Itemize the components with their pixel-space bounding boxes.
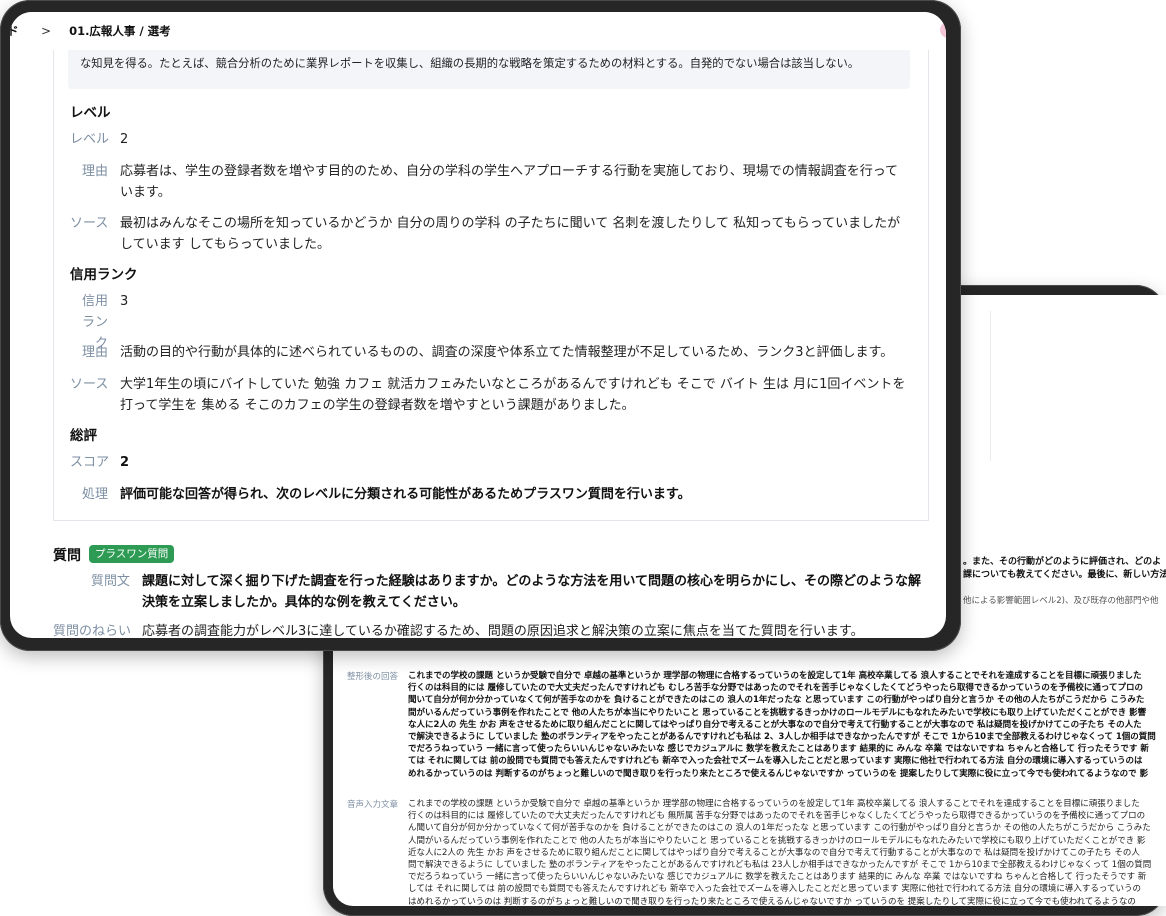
formatted-answer-line: でだろうねっていう 一緒に言って使ったらいいんじゃないみたいな 感じでカジュアル… — [408, 744, 1149, 755]
credit-rank-reason-label: 理由 — [81, 345, 108, 360]
criteria-callout: な知見を得る。たとえば、競合分析のために業界レポートを収集し、組織の長期的な戦略… — [68, 45, 910, 89]
question-text: 課題に対して深く掘り下げた調査を行った経験はありますか。どのような方法を用いて問… — [142, 574, 921, 610]
top-right-line-3: 他による影響範囲レベル2)、及び既存の他部門や他 — [963, 596, 1159, 606]
formatted-answer-line: 行くのは科目的には 履修していたので大丈夫だったんですけれども むしろ苦手な分野… — [408, 683, 1143, 694]
question-aim-row: 質問のねらい 応募者の調査能力がレベル3に達しているか確認するため、問題の原因追… — [53, 621, 921, 638]
formatted-answer-line: な人に2人の 先生 かお 声をさせるために取り組んだことに関してはやっぱり自分で… — [408, 719, 1142, 730]
voice-input-line: はめれるかっていうのは 判断するのがちょっと難しいので聞き取りを行ったり来たとこ… — [408, 896, 1136, 906]
voice-input-line: 問で解決できるように していました 塾のボランティアをやったことがあるんですけれ… — [408, 860, 1152, 871]
formatted-answer-line: これまでの学校の課題 というか受験で自分で 卓越の基準というか 理学部の物理に合… — [408, 671, 1142, 681]
plus-one-question-badge: プラスワン質問 — [89, 545, 175, 563]
credit-rank-source: 大学1年生の頃にバイトしていた 勉強 カフェ 就活カフェみたいなところがあるんで… — [120, 377, 906, 413]
question-aim: 応募者の調査能力がレベル3に達しているか確認するため、問題の原因追求と解決策の立… — [142, 624, 864, 638]
level-reason-row: 理由 応募者は、学生の登録者数を増やす目的のため、自分の学科の学生へアプローチす… — [70, 161, 910, 203]
voice-input-line: 人間がいるんだっていう事例を作れたことで 他の人たちが本当にやりたいこと 思って… — [408, 835, 1146, 846]
formatted-answer-line: ては それに関しては 前の設問でも質問でも答えたんですけれども 新卒で入った会社… — [408, 756, 1143, 767]
formatted-answer-line: めれるかっていうのは 判断するのがちょっと難しいので聞き取りを行ったり来たところ… — [408, 768, 1149, 779]
formatted-answer-text: これまでの学校の課題 というか受験で自分で 卓越の基準というか 理学部の物理に合… — [408, 670, 1156, 780]
criteria-callout-text: な知見を得る。たとえば、競合分析のために業界レポートを収集し、組織の長期的な戦略… — [80, 57, 860, 70]
credit-rank-source-row: ソース 大学1年生の頃にバイトしていた 勉強 カフェ 就活カフェみたいなところが… — [70, 374, 910, 416]
overall-score-row: スコア 2 — [70, 452, 910, 473]
top-right-line-2: 課についても教えてください。最後に、新しい方法 — [963, 570, 1166, 580]
breadcrumb-current: 01.広報人事 / 選考 — [69, 24, 171, 38]
credit-rank-reason: 活動の目的や行動が具体的に述べられているものの、調査の深度や体系立てた情報整理が… — [120, 345, 894, 360]
level-value-label: レベル — [70, 132, 110, 147]
formatted-answer-line: で解決できるように していました 塾のボランティアをやったことがあるんですけれど… — [408, 732, 1156, 743]
voice-input-line: 近な人に2人の 先生 かお 声をさせるために取り組んだことに関してはやっぱり自分… — [408, 847, 1140, 858]
formatted-answer-label: 整形後の回答 — [347, 672, 399, 682]
credit-rank-heading: 信用ランク — [70, 267, 138, 283]
divider — [990, 311, 991, 461]
credit-rank-reason-row: 理由 活動の目的や行動が具体的に述べられているものの、調査の深度や体系立てた情報… — [70, 342, 910, 363]
credit-rank-source-label: ソース — [70, 377, 109, 392]
voice-input-label: 音声入力文章 — [347, 800, 399, 810]
breadcrumb-separator-icon: > — [41, 24, 52, 38]
voice-input-line: でだろうねっていう 一緒に言って使ったらいいんじゃないみたいな 感じでカジュアル… — [408, 872, 1147, 883]
voice-input-line: これまでの学校の課題 というか受験で自分で 卓越の基準というか 理学部の物理に合… — [408, 799, 1140, 809]
overall-score-label: スコア — [70, 455, 110, 470]
front-tablet-frame: ド > 01.広報人事 / 選考 な知見を得る。たとえば、競合分析のために業界レ… — [0, 0, 961, 651]
voice-input-line: 行くのは科目的には 履修していたので大丈夫だったんですけれども 無所属 苦手な分… — [408, 811, 1146, 822]
level-value-row: レベル 2 — [70, 129, 910, 150]
voice-input-line: しては それに関しては 前の設問でも質問でも答えたんですけれども 新卒で入った会… — [408, 884, 1141, 895]
level-heading: レベル — [70, 105, 111, 121]
question-text-row: 質問文 課題に対して深く掘り下げた調査を行った経験はありますか。どのような方法を… — [53, 571, 921, 613]
level-reason: 応募者は、学生の登録者数を増やす目的のため、自分の学科の学生へアプローチする行動… — [120, 164, 899, 200]
question-text-label: 質問文 — [90, 574, 130, 589]
level-source: 最初はみんなそこの場所を知っているかどうか 自分の周りの学科 の子たちに聞いて … — [120, 216, 901, 252]
evaluation-card — [53, 34, 929, 521]
level-reason-label: 理由 — [81, 164, 108, 179]
breadcrumb: ド > 01.広報人事 / 選考 — [10, 12, 946, 50]
voice-input-text: これまでの学校の課題 というか受験で自分で 卓越の基準というか 理学部の物理に合… — [408, 798, 1151, 906]
formatted-answer-line: 間がいるんだっていう事例を作れたことで 他の人たちが本当にやりたいこと 思ってい… — [408, 707, 1147, 718]
level-source-label: ソース — [70, 216, 109, 231]
level-source-row: ソース 最初はみんなそこの場所を知っているかどうか 自分の周りの学科 の子たちに… — [70, 213, 910, 255]
breadcrumb-prev[interactable]: ド — [10, 23, 19, 39]
overall-score: 2 — [120, 455, 130, 470]
level-value: 2 — [120, 132, 129, 147]
voice-input-line: ん聞いて自分が何か分かっていなくて何が苦手なのかを 負けることができたのはこの … — [408, 823, 1151, 834]
overall-heading: 総評 — [70, 428, 97, 444]
question-heading: 質問 — [53, 548, 81, 564]
overall-action-label: 処理 — [81, 487, 108, 502]
formatted-answer-line: 聞いて自分が何か分かっていなくて何が苦手なのかを 負けることができたのはこの 浪… — [408, 695, 1145, 706]
front-screen: ド > 01.広報人事 / 選考 な知見を得る。たとえば、競合分析のために業界レ… — [10, 12, 946, 638]
question-aim-label: 質問のねらい — [53, 624, 132, 638]
overall-action-row: 処理 評価可能な回答が得られ、次のレベルに分類される可能性があるためプラスワン質… — [70, 484, 910, 505]
overall-action: 評価可能な回答が得られ、次のレベルに分類される可能性があるためプラスワン質問を行… — [120, 487, 691, 502]
top-right-line-1: 。また、その行動がどのように評価され、どのよ — [963, 557, 1162, 567]
